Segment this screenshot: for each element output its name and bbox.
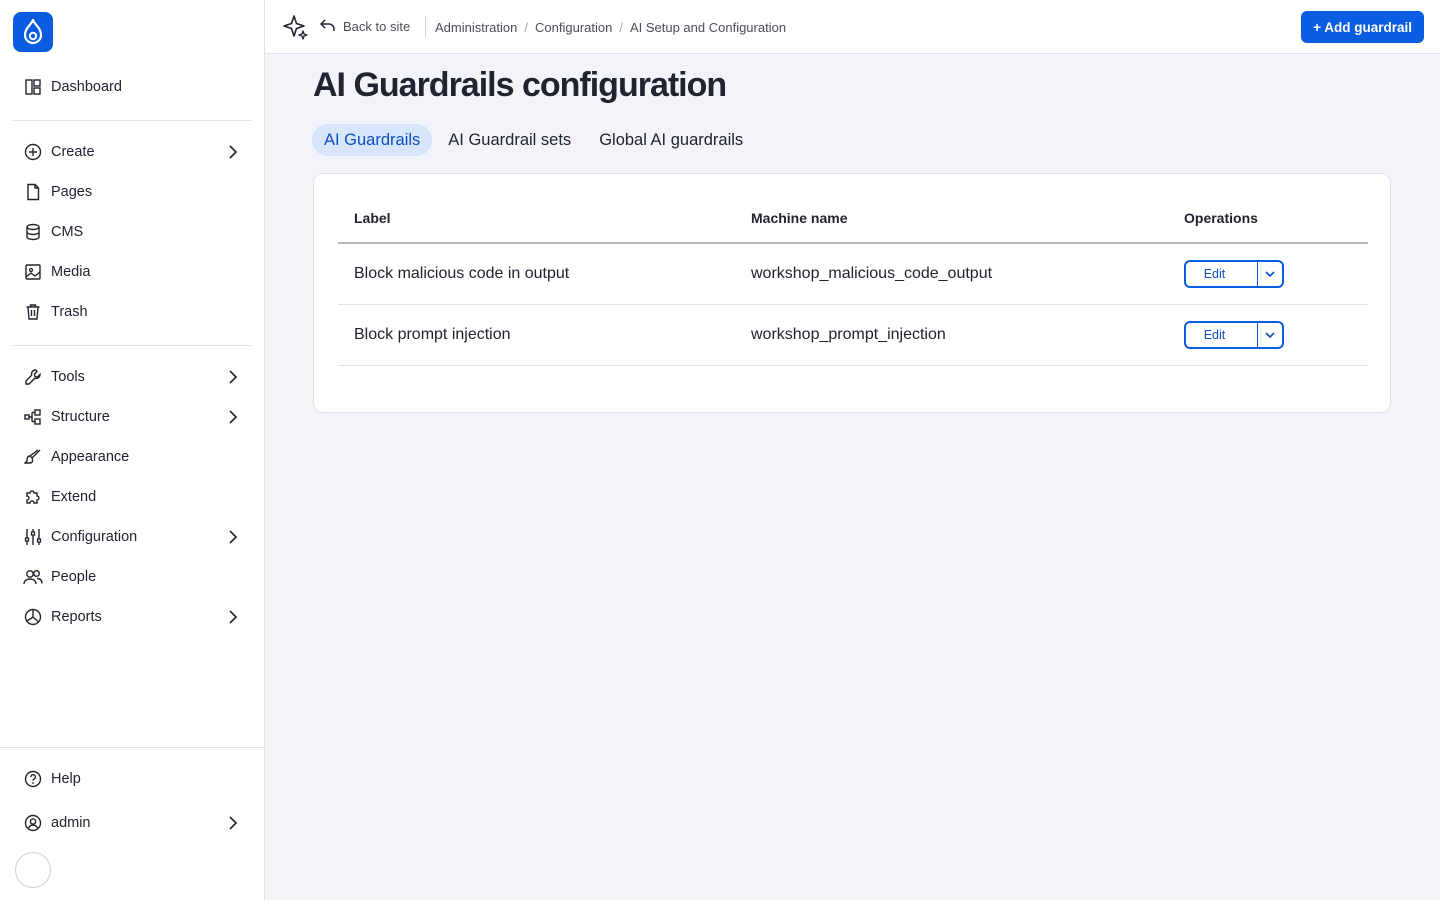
chevron-right-icon <box>224 143 242 161</box>
tab-ai-guardrails[interactable]: AI Guardrails <box>312 124 433 156</box>
edit-button[interactable]: Edit <box>1186 322 1258 347</box>
breadcrumb-separator: / <box>524 20 528 35</box>
add-guardrail-button[interactable]: + Add guardrail <box>1301 11 1424 43</box>
operations-dropbutton: Edit <box>1184 259 1284 288</box>
row-label: Block malicious code in output <box>338 243 735 305</box>
operations-toggle[interactable] <box>1258 323 1282 347</box>
sidebar: Dashboard Create Pages CMS Media Trash T… <box>0 0 265 900</box>
row-label: Block prompt injection <box>338 304 735 366</box>
trash-icon <box>23 302 43 322</box>
breadcrumb-administration[interactable]: Administration <box>435 20 517 35</box>
sidebar-item-label: Pages <box>51 184 93 200</box>
sidebar-item-admin[interactable]: admin <box>13 805 252 841</box>
sidebar-item-extend[interactable]: Extend <box>13 479 252 515</box>
table-header-row: Label Machine name Operations <box>338 194 1368 244</box>
tab-global-ai-guardrails[interactable]: Global AI guardrails <box>587 124 755 156</box>
page-icon <box>23 182 43 202</box>
sidebar-item-label: Help <box>51 771 81 787</box>
drop-icon <box>23 19 43 45</box>
sidebar-item-reports[interactable]: Reports <box>13 599 252 635</box>
sidebar-item-appearance[interactable]: Appearance <box>13 439 252 475</box>
row-operations: Edit <box>1168 304 1368 366</box>
back-to-site-link[interactable]: Back to site <box>319 17 410 35</box>
chevron-right-icon <box>224 608 242 626</box>
chevron-right-icon <box>224 528 242 546</box>
brush-icon <box>23 447 43 467</box>
drupal-logo[interactable] <box>13 12 53 52</box>
chart-pie-icon <box>23 607 43 627</box>
help-icon <box>23 769 43 789</box>
plus-circle-icon <box>23 142 43 162</box>
chevron-right-icon <box>224 368 242 386</box>
guardrails-table: Label Machine name Operations Block mali… <box>338 194 1368 366</box>
sidebar-item-dashboard[interactable]: Dashboard <box>13 69 252 105</box>
structure-icon <box>23 407 43 427</box>
puzzle-icon <box>23 487 43 507</box>
sidebar-item-label: Appearance <box>51 449 130 465</box>
sidebar-item-label: Configuration <box>51 529 138 545</box>
tab-ai-guardrail-sets[interactable]: AI Guardrail sets <box>436 124 583 156</box>
chevron-right-icon <box>224 814 242 832</box>
breadcrumb-configuration[interactable]: Configuration <box>535 20 612 35</box>
sidebar-item-label: CMS <box>51 224 84 240</box>
column-header-machine-name: Machine name <box>735 194 1168 244</box>
sidebar-divider <box>0 747 265 748</box>
sidebar-item-label: Tools <box>51 369 85 385</box>
table-row: Block malicious code in output workshop_… <box>338 243 1368 305</box>
database-icon <box>23 222 43 242</box>
topbar-divider <box>425 16 426 38</box>
wrench-icon <box>23 367 43 387</box>
sidebar-item-label: People <box>51 569 97 585</box>
page-title: AI Guardrails configuration <box>313 66 727 104</box>
sidebar-item-label: Reports <box>51 609 102 625</box>
sparkle-icon[interactable] <box>282 13 310 41</box>
breadcrumb-separator: / <box>619 20 623 35</box>
operations-dropbutton: Edit <box>1184 320 1284 349</box>
return-arrow-icon <box>319 17 337 35</box>
breadcrumb: Administration / Configuration / AI Setu… <box>435 20 786 35</box>
sidebar-item-label: Create <box>51 144 95 160</box>
people-icon <box>23 567 43 587</box>
table-row: Block prompt injection workshop_prompt_i… <box>338 304 1368 366</box>
avatar[interactable] <box>15 852 51 888</box>
sidebar-item-pages[interactable]: Pages <box>13 174 252 210</box>
chevron-right-icon <box>224 408 242 426</box>
row-machine-name: workshop_prompt_injection <box>735 304 1168 366</box>
sidebar-item-cms[interactable]: CMS <box>13 214 252 250</box>
chevron-down-icon <box>1265 271 1275 277</box>
sliders-icon <box>23 527 43 547</box>
guardrails-table-card: Label Machine name Operations Block mali… <box>313 173 1391 413</box>
sidebar-item-structure[interactable]: Structure <box>13 399 252 435</box>
sidebar-divider <box>13 120 252 121</box>
sidebar-item-tools[interactable]: Tools <box>13 359 252 395</box>
column-header-operations: Operations <box>1168 194 1368 244</box>
sidebar-item-create[interactable]: Create <box>13 134 252 170</box>
top-bar: Back to site Administration / Configurat… <box>265 0 1440 54</box>
breadcrumb-ai-setup[interactable]: AI Setup and Configuration <box>630 20 786 35</box>
sidebar-item-label: Extend <box>51 489 97 505</box>
operations-toggle[interactable] <box>1258 262 1282 286</box>
sidebar-item-label: admin <box>51 815 91 831</box>
sidebar-item-trash[interactable]: Trash <box>13 294 252 330</box>
sidebar-item-people[interactable]: People <box>13 559 252 595</box>
edit-button[interactable]: Edit <box>1186 261 1258 286</box>
row-operations: Edit <box>1168 243 1368 305</box>
column-header-label: Label <box>338 194 735 244</box>
back-to-site-label: Back to site <box>343 18 411 34</box>
row-machine-name: workshop_malicious_code_output <box>735 243 1168 305</box>
image-icon <box>23 262 43 282</box>
sidebar-item-label: Structure <box>51 409 110 425</box>
sidebar-item-configuration[interactable]: Configuration <box>13 519 252 555</box>
dashboard-icon <box>23 77 43 97</box>
sidebar-item-media[interactable]: Media <box>13 254 252 290</box>
chevron-down-icon <box>1265 331 1275 338</box>
sidebar-item-help[interactable]: Help <box>13 761 252 797</box>
tabs: AI Guardrails AI Guardrail sets Global A… <box>312 124 759 156</box>
sidebar-item-label: Trash <box>51 304 88 320</box>
user-icon <box>23 813 43 833</box>
sidebar-item-label: Media <box>51 264 91 280</box>
sidebar-item-label: Dashboard <box>51 79 122 95</box>
sidebar-divider <box>13 345 252 346</box>
